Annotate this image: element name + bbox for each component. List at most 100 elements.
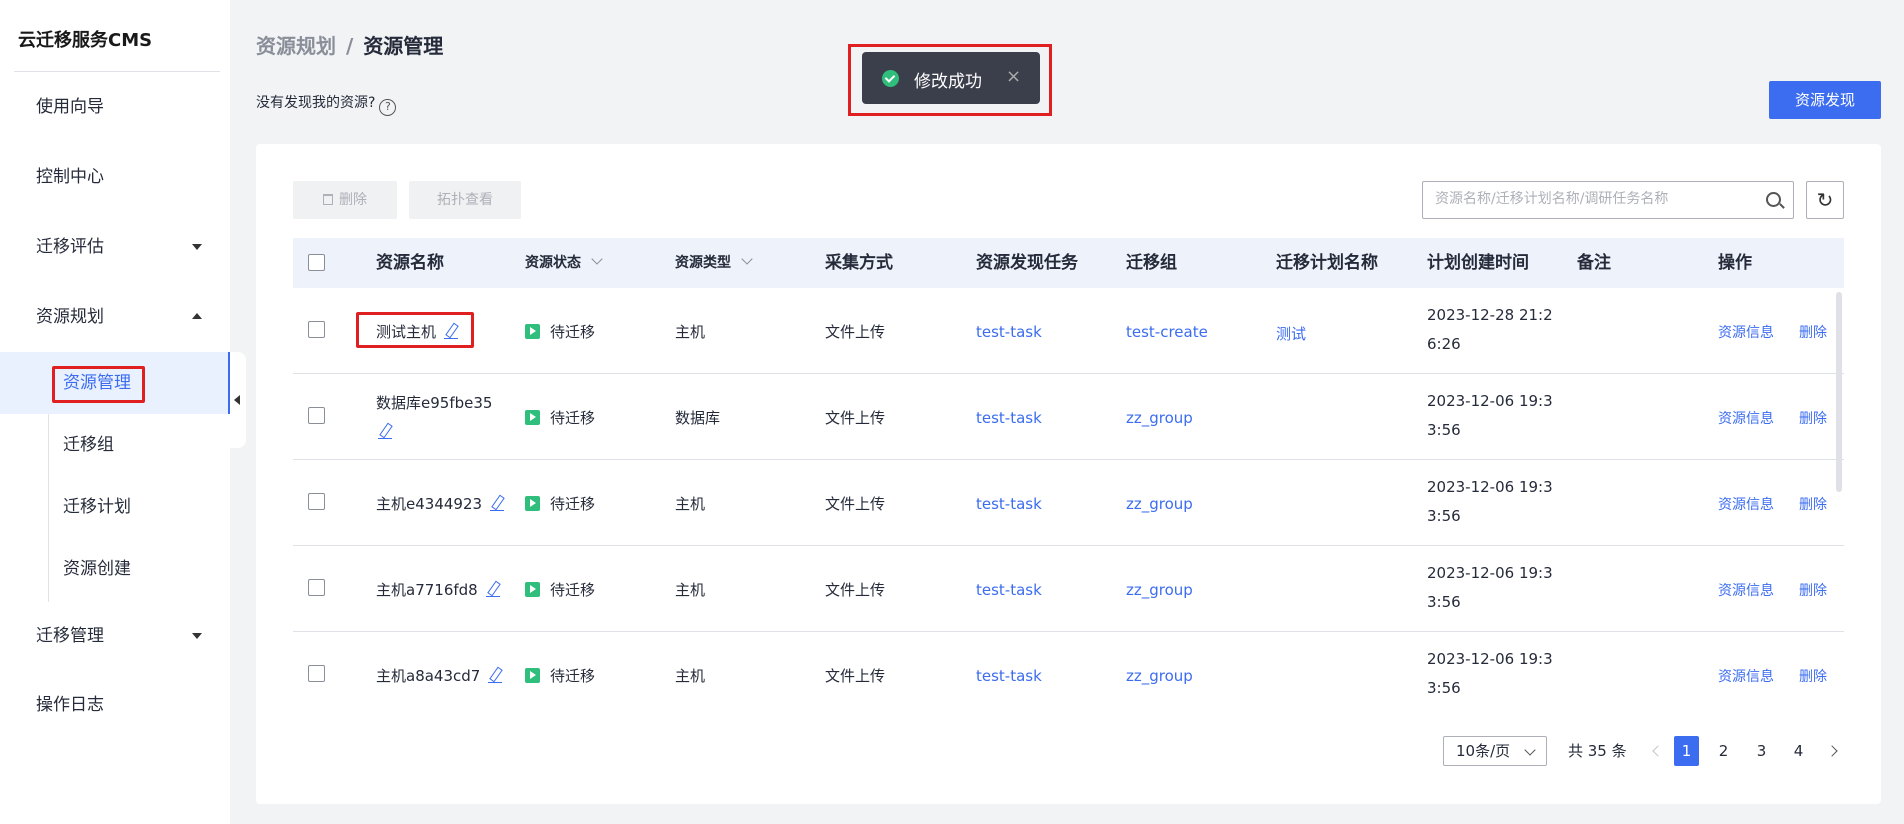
row-checkbox[interactable]	[308, 321, 325, 338]
resource-status: 待迁移	[525, 407, 595, 428]
status-text: 待迁移	[550, 495, 596, 513]
divider	[14, 71, 220, 72]
migration-group-link[interactable]: zz_group	[1126, 495, 1193, 513]
resource-discovery-button[interactable]: 资源发现	[1769, 81, 1881, 119]
resource-type: 主机	[675, 495, 706, 513]
column-header-remark: 备注	[1577, 253, 1611, 273]
pending-status-icon	[525, 324, 540, 339]
migration-group-link[interactable]: zz_group	[1126, 409, 1193, 427]
chevron-up-icon	[192, 313, 202, 319]
resource-name: 主机a7716fd8	[376, 579, 500, 600]
pending-status-icon	[525, 582, 540, 597]
discovery-task-link[interactable]: test-task	[976, 409, 1042, 427]
sidebar-item-control-center[interactable]: 控制中心	[0, 157, 230, 197]
page-size-select[interactable]: 10条/页	[1443, 736, 1547, 766]
table-row: 主机e4344923 待迁移 主机 文件上传 test-task zz_grou…	[293, 460, 1844, 546]
edit-icon[interactable]	[485, 581, 500, 597]
migration-group-link[interactable]: test-create	[1126, 323, 1208, 341]
sidebar-item-assessment[interactable]: 迁移评估	[0, 227, 230, 267]
migration-plan-link[interactable]: 测试	[1276, 323, 1306, 344]
chevron-down-icon[interactable]	[591, 253, 603, 265]
search-input[interactable]	[1435, 191, 1755, 207]
trash-icon	[323, 194, 333, 205]
table-header: 资源名称 资源状态 资源类型 采集方式 资源发现任务 迁移组 迁移计划名称 计划…	[293, 238, 1844, 288]
edit-icon[interactable]	[488, 667, 503, 683]
search-icon[interactable]	[1766, 192, 1781, 207]
sidebar-item-resource-planning[interactable]: 资源规划	[0, 297, 230, 337]
migration-group-link[interactable]: zz_group	[1126, 581, 1193, 599]
chevron-left-icon[interactable]	[1652, 745, 1664, 757]
resource-info-link[interactable]: 资源信息	[1718, 408, 1774, 428]
collapse-sidebar-handle[interactable]	[230, 352, 246, 448]
sidebar-item-operation-log[interactable]: 操作日志	[0, 685, 230, 725]
select-all-checkbox[interactable]	[308, 254, 325, 271]
delete-link[interactable]: 删除	[1799, 408, 1827, 428]
row-checkbox[interactable]	[308, 493, 325, 510]
delete-button[interactable]: 删除	[293, 181, 397, 219]
sidebar-item-guide[interactable]: 使用向导	[0, 87, 230, 127]
create-time: 2023-12-06 19:3	[1427, 564, 1553, 582]
resource-info-link[interactable]: 资源信息	[1718, 322, 1774, 342]
edit-icon[interactable]	[490, 495, 505, 511]
refresh-button[interactable]: ↻	[1806, 181, 1844, 219]
hint-text: 没有发现我的资源?	[256, 95, 376, 111]
column-label: 资源类型	[675, 255, 731, 271]
close-icon[interactable]: ×	[1006, 66, 1021, 87]
help-icon[interactable]: ?	[379, 99, 397, 116]
delete-link[interactable]: 删除	[1799, 494, 1827, 514]
check-circle-icon	[882, 70, 899, 87]
breadcrumb-current: 资源管理	[363, 34, 444, 58]
table-row: 测试主机 待迁移 主机 文件上传 test-task test-create 测…	[293, 288, 1844, 374]
page-1[interactable]: 1	[1674, 736, 1699, 766]
discovery-task-link[interactable]: test-task	[976, 495, 1042, 513]
page-3[interactable]: 3	[1749, 736, 1774, 766]
breadcrumb-separator: /	[346, 34, 354, 58]
create-time-cont: 3:56	[1427, 679, 1461, 697]
search-field[interactable]	[1422, 181, 1794, 219]
page-2[interactable]: 2	[1711, 736, 1736, 766]
status-text: 待迁移	[550, 581, 596, 599]
column-header-type[interactable]: 资源类型	[675, 238, 753, 288]
sidebar-item-resource-create[interactable]: 资源创建	[0, 549, 230, 589]
chevron-right-icon[interactable]	[1826, 745, 1838, 757]
table-scrollbar[interactable]	[1836, 292, 1842, 492]
sidebar-item-migration-management[interactable]: 迁移管理	[0, 616, 230, 656]
status-text: 待迁移	[550, 667, 596, 685]
column-header-status[interactable]: 资源状态	[525, 238, 603, 288]
sidebar-item-label: 迁移评估	[36, 237, 104, 257]
topology-view-button[interactable]: 拓扑查看	[409, 181, 521, 219]
sidebar-item-migration-group[interactable]: 迁移组	[0, 425, 230, 465]
breadcrumb-parent[interactable]: 资源规划	[256, 34, 336, 58]
column-header-task: 资源发现任务	[976, 253, 1078, 273]
resource-info-link[interactable]: 资源信息	[1718, 494, 1774, 514]
sidebar-item-migration-plan[interactable]: 迁移计划	[0, 487, 230, 527]
column-header-name: 资源名称	[376, 253, 444, 273]
status-text: 待迁移	[550, 409, 596, 427]
sidebar-item-label: 迁移管理	[36, 626, 104, 646]
total-count: 共 35 条	[1568, 742, 1627, 760]
highlight-box	[52, 366, 145, 403]
delete-link[interactable]: 删除	[1799, 322, 1827, 342]
status-text: 待迁移	[550, 323, 596, 341]
page-4[interactable]: 4	[1786, 736, 1811, 766]
edit-icon[interactable]	[378, 423, 392, 439]
resource-type: 主机	[675, 667, 706, 685]
delete-link[interactable]: 删除	[1799, 580, 1827, 600]
row-checkbox[interactable]	[308, 665, 325, 682]
create-time-cont: 3:56	[1427, 507, 1461, 525]
row-checkbox[interactable]	[308, 407, 325, 424]
row-checkbox[interactable]	[308, 579, 325, 596]
chevron-down-icon[interactable]	[741, 253, 753, 265]
discovery-task-link[interactable]: test-task	[976, 323, 1042, 341]
resource-info-link[interactable]: 资源信息	[1718, 666, 1774, 686]
collect-method: 文件上传	[825, 323, 886, 341]
delete-link[interactable]: 删除	[1799, 666, 1827, 686]
discovery-task-link[interactable]: test-task	[976, 667, 1042, 685]
create-time-cont: 6:26	[1427, 335, 1461, 353]
resource-info-link[interactable]: 资源信息	[1718, 580, 1774, 600]
discovery-task-link[interactable]: test-task	[976, 581, 1042, 599]
create-time: 2023-12-06 19:3	[1427, 392, 1553, 410]
pending-status-icon	[525, 410, 540, 425]
migration-group-link[interactable]: zz_group	[1126, 667, 1193, 685]
column-header-group: 迁移组	[1126, 253, 1177, 273]
